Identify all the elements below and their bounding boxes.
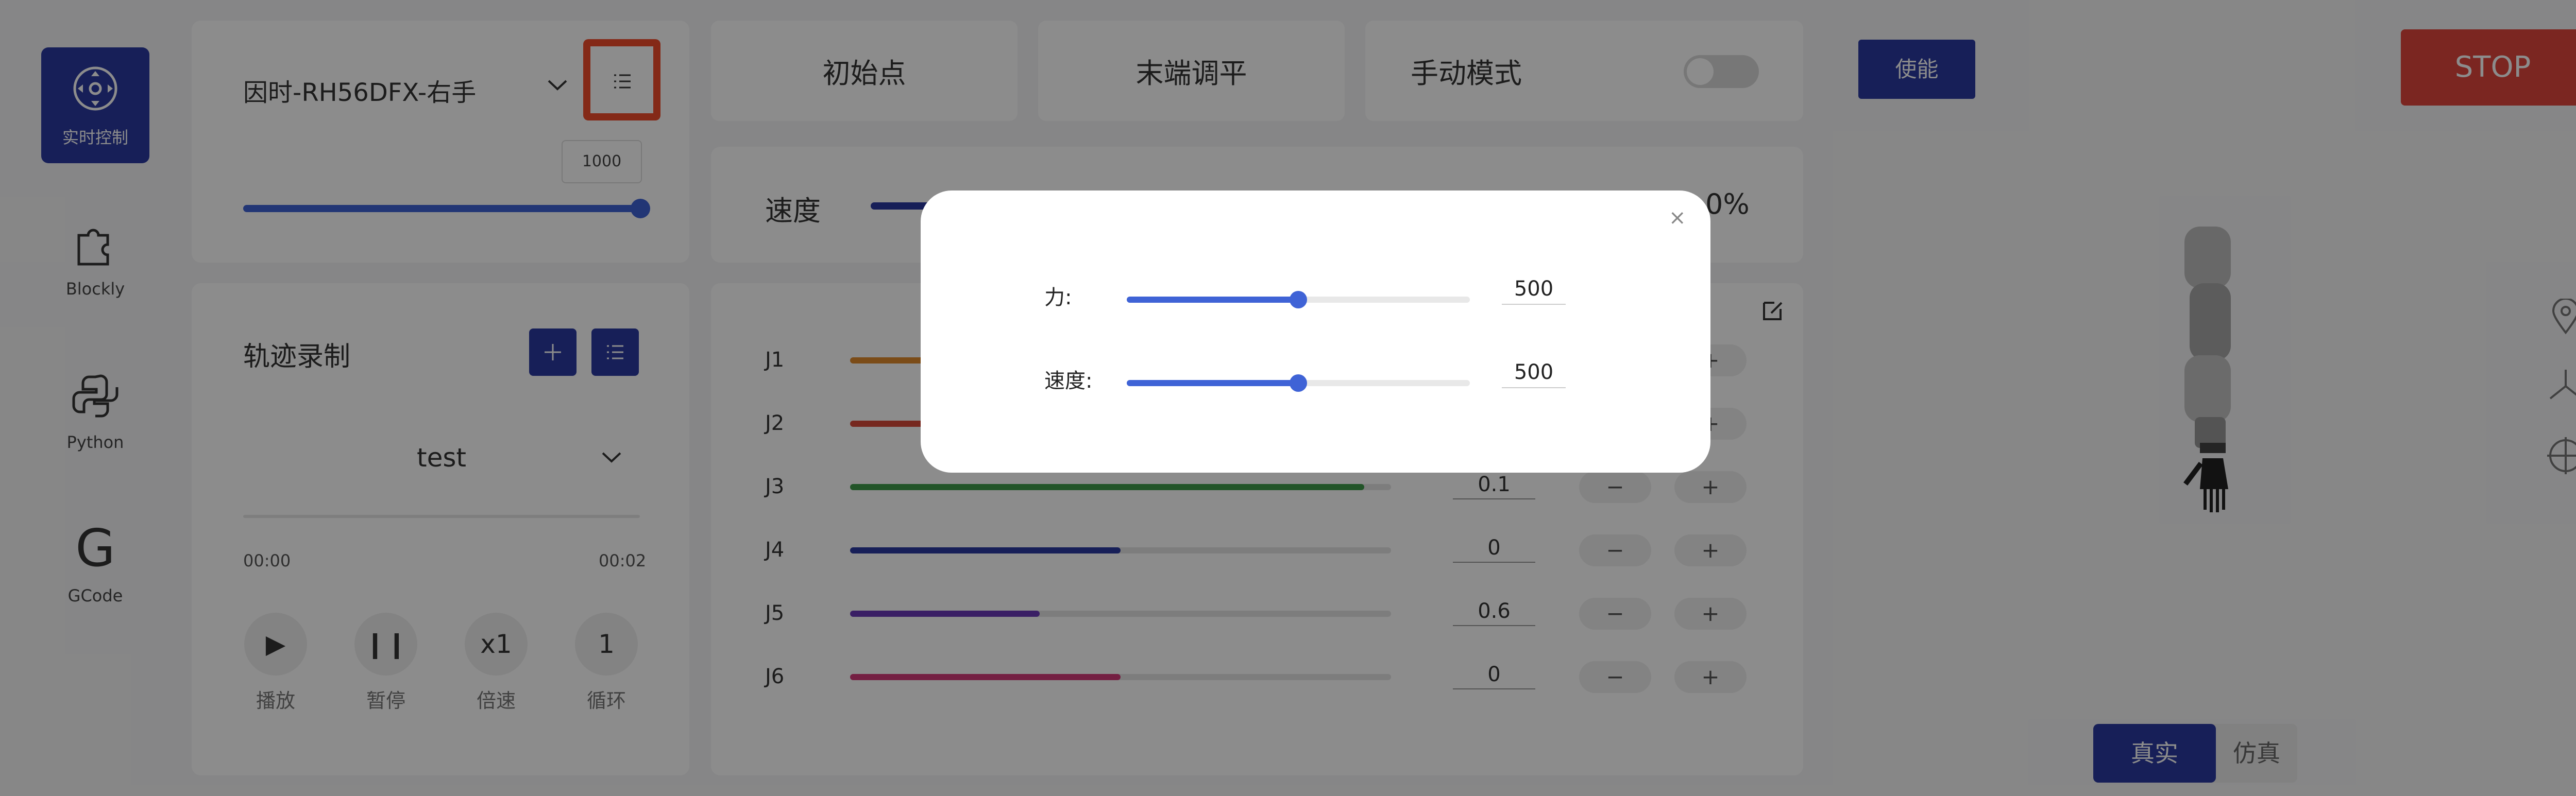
speed-slider-fill [1127, 380, 1298, 386]
force-label: 力: [1044, 286, 1072, 309]
close-icon[interactable]: × [1669, 206, 1686, 230]
force-slider-fill [1127, 297, 1298, 303]
speed-slider-thumb[interactable] [1290, 374, 1307, 392]
force-slider[interactable] [1127, 291, 1470, 308]
force-slider-thumb[interactable] [1290, 291, 1307, 308]
force-value-input[interactable]: 500 [1502, 277, 1566, 305]
speed-dialog-label: 速度: [1044, 369, 1093, 393]
speed-value-input[interactable]: 500 [1502, 360, 1566, 388]
force-speed-dialog: × 力: 500 速度: 500 [921, 191, 1710, 473]
speed-dialog-slider[interactable] [1127, 374, 1470, 392]
